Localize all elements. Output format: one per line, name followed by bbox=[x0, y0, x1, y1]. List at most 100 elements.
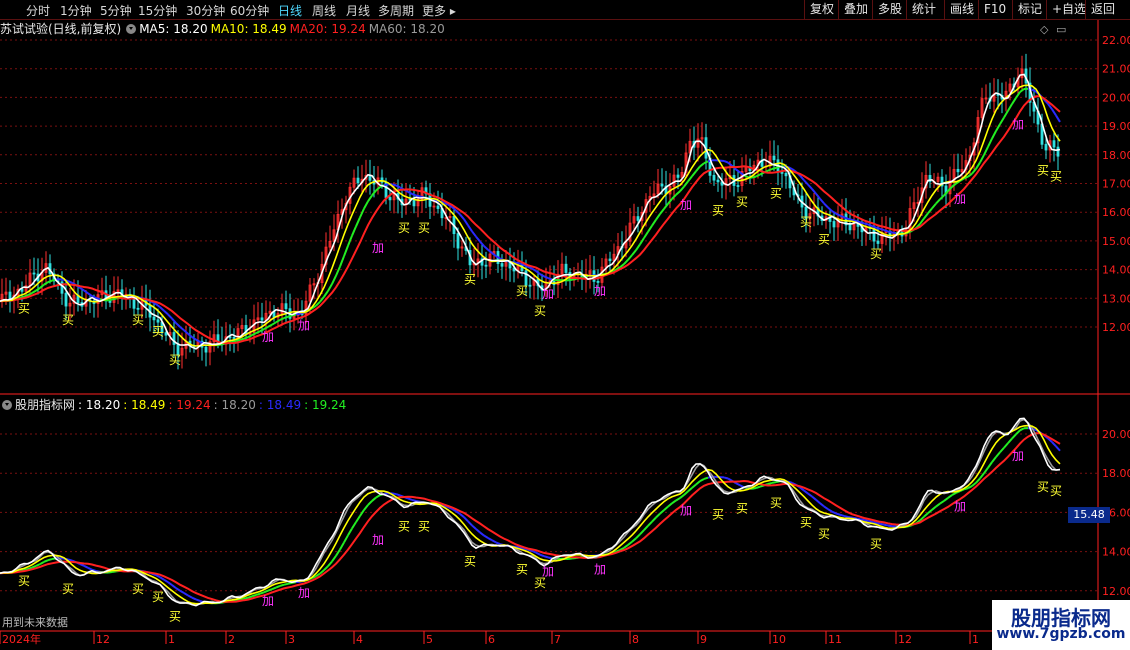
sub-trend-line-segment bbox=[323, 565, 329, 571]
trend-line-segment bbox=[939, 194, 945, 201]
sub-buy-signal-12: 买 bbox=[770, 496, 782, 510]
price-crosshair-label: 15.48 bbox=[1068, 507, 1110, 523]
trend-line-segment bbox=[755, 173, 761, 178]
sub-trend-line-segment bbox=[171, 584, 177, 589]
trend-line-segment bbox=[95, 296, 101, 301]
trend-line-segment bbox=[687, 175, 693, 183]
trend-line-segment bbox=[391, 183, 397, 187]
sub-trend-line-segment bbox=[35, 563, 41, 567]
sub-trend-line-segment bbox=[287, 581, 293, 585]
trend-line-segment bbox=[867, 223, 873, 227]
sub-add-signal-1: 加 bbox=[298, 586, 310, 600]
trend-line-segment bbox=[175, 322, 181, 328]
trend-line-segment bbox=[331, 275, 337, 285]
sub-trend-line-segment bbox=[1015, 429, 1021, 436]
candle-body bbox=[848, 224, 852, 231]
trend-line-segment bbox=[247, 334, 253, 339]
candle-body bbox=[872, 227, 876, 242]
buy-signal-7: 买 bbox=[464, 273, 476, 287]
add-signal-5: 加 bbox=[680, 198, 692, 212]
sub-trend-line-segment bbox=[867, 519, 873, 523]
trend-line-segment bbox=[327, 283, 333, 292]
y-tick-9: 13.00 bbox=[1102, 292, 1130, 305]
sub-trend-line-segment bbox=[1003, 442, 1009, 449]
trend-line-segment bbox=[459, 213, 465, 220]
trend-line-segment bbox=[471, 230, 477, 238]
trend-line-segment bbox=[723, 160, 729, 164]
trend-line-segment bbox=[727, 161, 733, 167]
sub-trend-line-segment bbox=[667, 502, 673, 508]
price-chart[interactable]: 22.00 21.00 20.00 19.00 18.00 17.00 16.00 15.00… bbox=[0, 0, 1130, 650]
trend-line-segment bbox=[351, 226, 357, 237]
sub-trend-line-segment bbox=[347, 527, 353, 536]
watermark: 股朋指标网 www.7gpzb.com bbox=[992, 600, 1130, 650]
trend-line-segment bbox=[983, 146, 989, 156]
x-label-6: 5 bbox=[426, 633, 433, 646]
sub-trend-line-segment bbox=[687, 487, 693, 493]
sub-trend-line-segment bbox=[351, 521, 357, 529]
sub-trend-line-segment bbox=[179, 589, 185, 594]
candle-body bbox=[712, 174, 716, 181]
buy-signal-6: 买 bbox=[418, 221, 430, 235]
trend-line-segment bbox=[383, 183, 389, 187]
candle-body bbox=[64, 292, 68, 307]
sub-trend-line-segment bbox=[827, 508, 833, 513]
sub-trend-line-segment bbox=[331, 555, 337, 563]
sub-trend-line-segment bbox=[483, 534, 489, 539]
sub-trend-line-segment bbox=[111, 570, 117, 574]
y-tick-6: 16.00 bbox=[1102, 206, 1130, 219]
trend-line-segment bbox=[79, 287, 85, 292]
trend-line-segment bbox=[483, 245, 489, 251]
trend-line-segment bbox=[995, 123, 1001, 132]
sub-buy-signal-4: 买 bbox=[169, 609, 181, 623]
sub-trend-line-segment bbox=[255, 592, 261, 596]
sub-trend-line-segment bbox=[995, 451, 1001, 458]
sub-buy-signal-5: 买 bbox=[398, 519, 410, 533]
trend-line-segment bbox=[275, 319, 281, 324]
buy-signal-8: 买 bbox=[516, 284, 528, 298]
sub-trend-line-segment bbox=[695, 480, 701, 486]
diamond-icon: ◇ bbox=[1040, 23, 1049, 36]
sub-trend-line-segment bbox=[407, 497, 413, 501]
trend-line-segment bbox=[875, 226, 881, 230]
trend-line-segment bbox=[887, 230, 893, 234]
sub-trend-line-segment bbox=[835, 512, 841, 516]
sub-trend-line-segment bbox=[703, 476, 709, 480]
sub-trend-line-segment bbox=[83, 564, 89, 569]
sub-trend-line-segment bbox=[279, 583, 285, 587]
trend-line-segment bbox=[179, 326, 185, 332]
trend-line-segment bbox=[31, 289, 37, 294]
y-tick-7: 15.00 bbox=[1102, 235, 1130, 248]
trend-line-segment bbox=[283, 315, 289, 320]
sub-buy-signal-8: 买 bbox=[516, 562, 528, 576]
sub-trend-line-segment bbox=[43, 559, 49, 563]
sub-buy-signal-0: 买 bbox=[18, 574, 30, 588]
buy-signal-9: 买 bbox=[534, 304, 546, 318]
trend-line-segment bbox=[339, 255, 345, 267]
trend-line-segment bbox=[971, 168, 977, 175]
trend-line-segment bbox=[183, 329, 189, 335]
sub-trend-line-segment bbox=[195, 598, 201, 602]
watermark-url: www.7gpzb.com bbox=[996, 626, 1126, 642]
trend-line-segment bbox=[951, 182, 957, 188]
add-signal-0: 加 bbox=[262, 330, 274, 344]
sub-trend-line-segment bbox=[819, 502, 825, 508]
sub-trend-line-segment bbox=[47, 558, 53, 562]
sub-trend-line-segment bbox=[1051, 441, 1057, 447]
trend-line-segment bbox=[543, 275, 549, 279]
trend-line-segment bbox=[255, 330, 261, 335]
sub-trend-line-segment bbox=[635, 533, 641, 540]
trend-line-segment bbox=[635, 243, 641, 251]
sub-trend-line-segment bbox=[535, 551, 541, 556]
candle-body bbox=[636, 216, 640, 221]
sub-trend-line-segment bbox=[275, 585, 281, 589]
sub-trend-line-segment bbox=[31, 565, 37, 569]
buy-signal-14: 买 bbox=[818, 232, 830, 246]
trend-line-segment bbox=[159, 306, 165, 312]
trend-line-segment bbox=[643, 231, 649, 239]
sub-trend-line-segment bbox=[335, 548, 341, 557]
future-data-note: 用到未来数据 bbox=[2, 615, 68, 629]
trend-line-segment bbox=[411, 193, 417, 197]
sub-trend-line-segment bbox=[1007, 437, 1013, 444]
trend-line-segment bbox=[83, 289, 89, 295]
